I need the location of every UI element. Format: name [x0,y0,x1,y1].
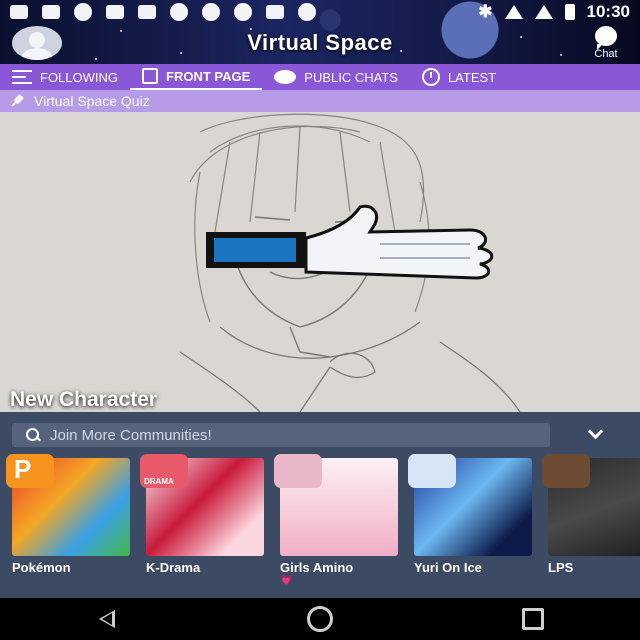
tab-public-chats[interactable]: PUBLIC CHATS [262,64,410,90]
chevron-down-icon[interactable] [588,426,602,440]
community-card-lps[interactable]: LPS [542,454,640,586]
community-badge-icon: DRAMA [140,454,188,488]
facebook-icon [138,5,156,19]
featured-post[interactable]: New Character [0,112,640,412]
home-button[interactable] [300,604,340,634]
signal-icon [534,5,553,19]
search-placeholder: Join More Communities! [50,426,212,444]
page-title: Virtual Space [247,30,393,55]
dot-icon [234,3,252,21]
community-list: P Pokémon DRAMA K-Drama Girls Amino 💗 Yu… [6,454,640,586]
tab-latest[interactable]: LATEST [410,64,508,90]
chat-icon [595,26,617,50]
tab-label: FRONT PAGE [166,68,251,84]
clock: 10:30 [586,2,630,21]
page-icon [142,68,159,84]
chat-label: Chat [594,48,618,60]
pin-icon [7,91,27,111]
system-icons: ✱ 10:30 [478,2,630,22]
community-name: Girls Amino [280,560,354,575]
community-card-girls-amino[interactable]: Girls Amino 💗 [274,454,398,586]
dot-icon [298,3,316,21]
bluetooth-icon: ✱ [478,2,493,21]
community-card-yuri-on-ice[interactable]: Yuri On Ice [408,454,532,586]
tab-label: FOLLOWING [40,69,119,85]
tab-front-page[interactable]: FRONT PAGE [130,64,263,90]
app-notification-icon [266,5,284,19]
system-nav-bar [0,598,640,640]
wifi-icon [504,5,523,19]
community-name: Yuri On Ice [414,560,482,575]
app-notification-icon [106,5,124,19]
tab-following[interactable]: FOLLOWING [0,64,130,90]
community-badge-icon [408,454,456,488]
community-card-kdrama[interactable]: DRAMA K-Drama [140,454,264,586]
community-card-pokemon[interactable]: P Pokémon [6,454,130,586]
tab-label: PUBLIC CHATS [304,69,398,85]
app-header: ✱ 10:30 Virtual Space Chat [0,0,640,64]
chat-bubbles-icon [274,70,297,84]
communities-panel: Join More Communities! P Pokémon DRAMA K… [0,412,640,598]
post-title: New Character [10,388,158,411]
pinned-post[interactable]: Virtual Space Quiz [0,90,640,112]
message-icon [10,5,28,19]
pinned-label: Virtual Space Quiz [34,93,150,109]
badge-text: DRAMA [144,477,174,486]
community-name: K-Drama [146,560,201,575]
heart-icon: 💗 [280,575,293,586]
recents-icon [522,608,545,630]
notification-icons [10,3,316,21]
featured-image [0,112,640,412]
community-badge-icon [274,454,322,488]
battery-icon [564,4,575,20]
tab-bar: FOLLOWING FRONT PAGE PUBLIC CHATS LATEST [0,64,640,90]
shazam-icon [74,3,92,21]
pokemon-p-icon: P [14,454,32,484]
community-name: LPS [548,560,574,575]
community-name: Pokémon [12,560,71,575]
search-icon [26,428,40,442]
clock-icon [421,68,440,86]
recents-button[interactable] [513,604,553,634]
community-badge-icon: P [6,454,54,488]
status-bar: ✱ 10:30 [0,0,640,24]
home-icon [306,606,333,632]
dot-icon [202,3,220,21]
dot-icon [170,3,188,21]
search-bar[interactable]: Join More Communities! [12,423,550,447]
back-button[interactable] [87,604,127,634]
back-icon [98,610,115,628]
list-icon [12,70,32,84]
chat-button[interactable]: Chat [586,26,626,60]
tab-label: LATEST [447,69,497,85]
community-badge-icon [542,454,590,488]
facebook-icon [42,5,60,19]
